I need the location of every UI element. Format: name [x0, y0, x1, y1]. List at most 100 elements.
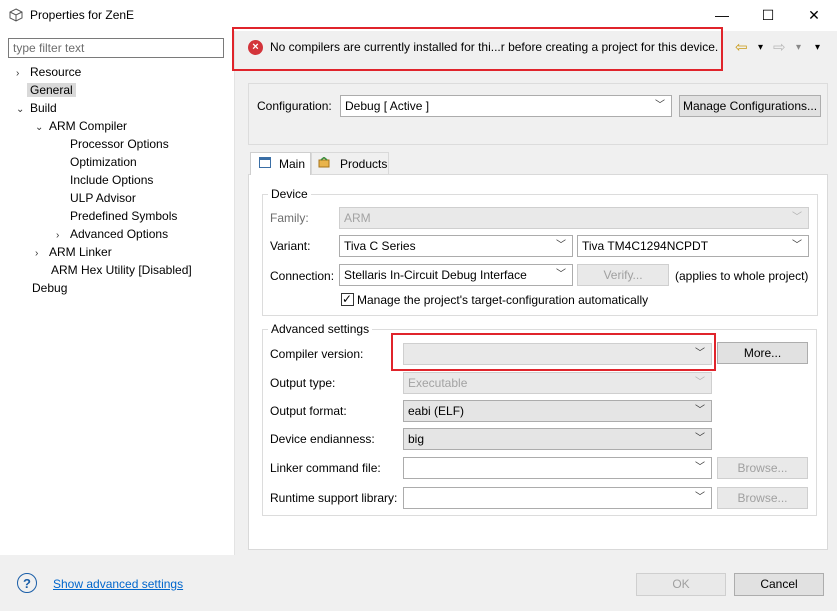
tree-item-arm-compiler[interactable]: ⌄ ARM Compiler — [35, 117, 127, 135]
output-format-label: Output format: — [270, 404, 347, 418]
tree-item-label: Resource — [30, 65, 82, 79]
tab-main[interactable]: Main — [250, 152, 311, 175]
family-value: ARM — [344, 211, 371, 225]
family-label: Family: — [270, 211, 309, 225]
forward-menu-icon[interactable]: ▾ — [796, 40, 801, 56]
sidebar-splitter[interactable] — [234, 31, 240, 555]
output-type-value: Executable — [408, 376, 468, 390]
window-title: Properties for ZenE — [30, 8, 135, 22]
compiler-version-label: Compiler version: — [270, 347, 364, 361]
configuration-label: Configuration: — [257, 99, 332, 113]
linker-command-file-label: Linker command file: — [270, 461, 381, 475]
output-format-value: eabi (ELF) — [408, 404, 465, 418]
chevron-down-icon: ﹀ — [695, 405, 705, 416]
tree-item-ulp-advisor[interactable]: ULP Advisor — [70, 189, 136, 207]
collapse-icon[interactable]: ⌄ — [16, 101, 30, 119]
tab-label: Products — [340, 157, 388, 171]
variant-part-value: Tiva TM4C1294NCPDT — [582, 239, 709, 253]
tab-products[interactable]: Products — [311, 152, 389, 174]
close-icon: ✕ — [808, 7, 820, 23]
advanced-settings-title: Advanced settings — [268, 322, 373, 336]
manage-configurations-button[interactable]: Manage Configurations... — [679, 95, 821, 117]
endianness-select[interactable]: big ﹀ — [403, 428, 712, 450]
products-tab-icon — [318, 157, 330, 168]
tree-item-label: General — [27, 83, 76, 97]
connection-label: Connection: — [270, 269, 335, 283]
chevron-down-icon: ﹀ — [695, 462, 705, 473]
tree-item-label: Advanced Options — [70, 227, 169, 241]
back-menu-icon[interactable]: ▾ — [758, 40, 763, 56]
maximize-button[interactable]: ☐ — [745, 0, 791, 31]
output-format-select[interactable]: eabi (ELF) ﹀ — [403, 400, 712, 422]
tree-item-label: Predefined Symbols — [70, 209, 178, 223]
view-menu-icon[interactable]: ▾ — [815, 40, 820, 56]
output-type-label: Output type: — [270, 376, 336, 390]
main-tab-icon — [259, 157, 271, 168]
tree-item-resource[interactable]: › Resource — [16, 63, 81, 81]
error-icon: × — [248, 40, 263, 55]
checkmark-icon: ✓ — [342, 292, 353, 306]
tree-item-label: Build — [30, 101, 57, 115]
linker-command-file-combo[interactable]: ﹀ — [403, 457, 712, 479]
maximize-icon: ☐ — [761, 7, 775, 23]
tree-item-include-options[interactable]: Include Options — [70, 171, 153, 189]
manage-target-config-checkbox[interactable]: ✓ — [341, 292, 354, 306]
variant-series-select[interactable]: Tiva C Series ﹀ — [339, 235, 573, 257]
connection-value: Stellaris In-Circuit Debug Interface — [344, 268, 527, 282]
linker-browse-button[interactable]: Browse... — [717, 457, 808, 479]
endianness-label: Device endianness: — [270, 432, 375, 446]
configuration-select[interactable]: Debug [ Active ] ﹀ — [340, 95, 672, 117]
tab-label: Main — [279, 157, 306, 171]
runtime-library-combo[interactable]: ﹀ — [403, 487, 712, 509]
tree-item-label: Debug — [32, 281, 68, 295]
minimize-icon: — — [715, 7, 729, 23]
show-advanced-settings-link[interactable]: Show advanced settings — [53, 577, 183, 591]
chevron-down-icon: ﹀ — [655, 100, 665, 111]
chevron-down-icon: ﹀ — [792, 240, 802, 251]
tree-item-label: Processor Options — [70, 137, 169, 151]
tree-item-label: ARM Compiler — [49, 119, 128, 133]
app-icon — [9, 8, 23, 22]
expand-icon[interactable]: › — [35, 245, 49, 263]
tree-item-advanced-options[interactable]: › Advanced Options — [56, 225, 168, 243]
tree-item-build[interactable]: ⌄ Build — [16, 99, 57, 117]
tree-item-optimization[interactable]: Optimization — [70, 153, 137, 171]
tree-item-label: ULP Advisor — [70, 191, 136, 205]
back-arrow-icon[interactable]: ⇦ — [735, 40, 748, 56]
error-message: No compilers are currently installed for… — [270, 40, 719, 54]
verify-button[interactable]: Verify... — [577, 264, 669, 286]
error-banner: × No compilers are currently installed f… — [232, 27, 723, 71]
cancel-button[interactable]: Cancel — [734, 573, 824, 596]
chevron-down-icon: ﹀ — [556, 269, 566, 280]
close-button[interactable]: ✕ — [791, 0, 837, 31]
manage-target-config-label: Manage the project's target-configuratio… — [357, 293, 649, 307]
connection-select[interactable]: Stellaris In-Circuit Debug Interface ﹀ — [339, 264, 573, 286]
tree-item-predefined-symbols[interactable]: Predefined Symbols — [70, 207, 177, 225]
tree-item-arm-hex-utility[interactable]: ARM Hex Utility [Disabled] — [51, 261, 192, 279]
output-type-select: Executable ﹀ — [403, 372, 712, 394]
more-button[interactable]: More... — [717, 342, 808, 364]
tree-item-label: Optimization — [70, 155, 137, 169]
filter-input[interactable] — [8, 38, 224, 58]
tree-item-debug[interactable]: Debug — [32, 279, 67, 297]
forward-arrow-icon[interactable]: ⇨ — [773, 40, 786, 56]
variant-label: Variant: — [270, 239, 311, 253]
collapse-icon[interactable]: ⌄ — [35, 119, 49, 137]
chevron-down-icon: ﹀ — [695, 492, 705, 503]
tree-item-label: Include Options — [70, 173, 154, 187]
expand-icon[interactable]: › — [16, 65, 30, 83]
help-icon[interactable]: ? — [17, 573, 37, 593]
tree-item-general[interactable]: General — [27, 81, 76, 99]
connection-note: (applies to whole project) — [675, 269, 809, 283]
runtime-browse-button[interactable]: Browse... — [717, 487, 808, 509]
ok-button[interactable]: OK — [636, 573, 726, 596]
compiler-version-highlight — [391, 333, 716, 371]
tree-item-processor-options[interactable]: Processor Options — [70, 135, 169, 153]
chevron-down-icon: ﹀ — [792, 212, 802, 223]
runtime-library-label: Runtime support library: — [270, 491, 398, 505]
configuration-value: Debug [ Active ] — [345, 99, 430, 113]
tree-item-label: ARM Hex Utility [Disabled] — [51, 263, 192, 277]
chevron-down-icon: ﹀ — [695, 433, 705, 444]
variant-part-select[interactable]: Tiva TM4C1294NCPDT ﹀ — [577, 235, 809, 257]
tree-item-arm-linker[interactable]: › ARM Linker — [35, 243, 112, 261]
